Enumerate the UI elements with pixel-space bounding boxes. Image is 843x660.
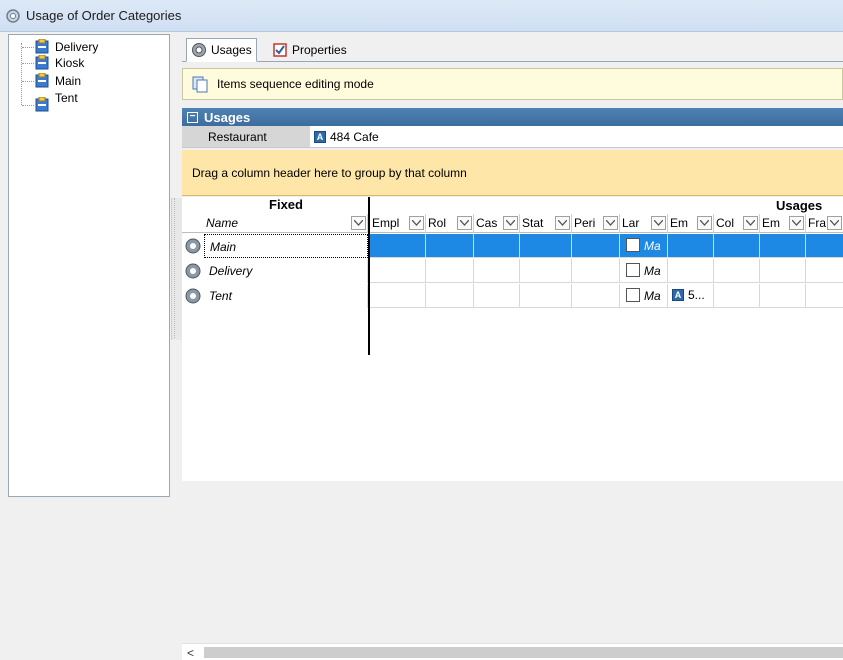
tab-usages[interactable]: Usages [186, 38, 257, 62]
sequence-mode-icon [192, 76, 208, 93]
restaurant-row: Restaurant A 484 Cafe [182, 126, 843, 148]
filter-dropdown-icon[interactable] [503, 216, 518, 230]
tree-item-label: Tent [55, 91, 78, 105]
tab-label: Usages [211, 43, 252, 57]
title-bar: Usage of Order Categories [0, 0, 843, 32]
tree-item-delivery[interactable]: Delivery [9, 39, 169, 55]
row-em-text: 5... [688, 288, 705, 302]
row-checkbox[interactable] [626, 288, 640, 302]
table-row[interactable]: Tent Ma A 5... [182, 284, 843, 308]
filter-dropdown-icon[interactable] [555, 216, 570, 230]
usages-grid[interactable]: Fixed Usages Name Empl Rol Cas Stat Peri… [182, 197, 843, 660]
filter-dropdown-icon[interactable] [743, 216, 758, 230]
row-indicator[interactable] [182, 259, 204, 283]
scrollbar-thumb[interactable] [174, 198, 180, 338]
info-text: Items sequence editing mode [217, 77, 374, 91]
section-title: Usages [204, 109, 251, 125]
gear-icon [185, 238, 201, 254]
row-checkbox[interactable] [626, 263, 640, 277]
gear-icon [192, 43, 206, 57]
row-name[interactable]: Main [204, 234, 368, 258]
tree-item-main[interactable]: Main [9, 73, 169, 89]
column-header[interactable]: Lar [620, 214, 668, 233]
filter-dropdown-icon[interactable] [409, 216, 424, 230]
column-header[interactable]: Empl [370, 214, 426, 233]
text-type-icon: A [314, 131, 326, 143]
tree-item-kiosk[interactable]: Kiosk [9, 55, 169, 71]
usages-section-header[interactable]: − Usages [182, 108, 843, 126]
band-usages-label: Usages [776, 198, 823, 213]
filter-dropdown-icon[interactable] [651, 216, 666, 230]
table-row[interactable]: Delivery Ma [182, 259, 843, 283]
column-header[interactable]: Fra [806, 214, 843, 233]
category-icon [35, 73, 49, 88]
column-header[interactable]: Cas [474, 214, 520, 233]
filter-dropdown-icon[interactable] [603, 216, 618, 230]
checklist-icon [273, 43, 287, 57]
row-name[interactable]: Delivery [204, 259, 368, 283]
row-ma-value: Ma [644, 289, 661, 303]
column-header[interactable]: Rol [426, 214, 474, 233]
tree-item-label: Main [55, 74, 82, 88]
tab-strip: Usages Properties [182, 34, 843, 62]
filter-dropdown-icon[interactable] [351, 216, 366, 230]
info-bar: Items sequence editing mode [182, 68, 843, 100]
row-indicator[interactable] [182, 234, 204, 258]
category-icon [35, 55, 49, 70]
column-header-label: Name [206, 216, 239, 230]
restaurant-label: Restaurant [182, 126, 310, 147]
filter-dropdown-icon[interactable] [827, 216, 842, 230]
filter-dropdown-icon[interactable] [789, 216, 804, 230]
tree-item-label: Delivery [55, 40, 99, 54]
column-header[interactable]: Em [668, 214, 714, 233]
category-icon [35, 97, 49, 112]
row-indicator[interactable] [182, 284, 204, 308]
row-em-value: A 5... [672, 288, 705, 302]
filter-dropdown-icon[interactable] [457, 216, 472, 230]
gear-icon [185, 263, 201, 279]
row-checkbox[interactable] [626, 238, 640, 252]
restaurant-name: 484 Cafe [330, 130, 379, 144]
tab-properties[interactable]: Properties [268, 38, 351, 62]
tab-label: Properties [292, 43, 347, 57]
column-header[interactable]: Em [760, 214, 806, 233]
column-header-row: Name Empl Rol Cas Stat Peri Lar Em Col E… [182, 214, 843, 233]
column-header[interactable]: Peri [572, 214, 620, 233]
category-tree[interactable]: Delivery Kiosk Main Tent [8, 34, 170, 497]
column-header-name[interactable]: Name [204, 214, 368, 233]
scrollbar-track[interactable] [204, 647, 843, 658]
gear-icon [185, 288, 201, 304]
tree-item-tent[interactable]: Tent [9, 91, 169, 113]
tree-item-label: Kiosk [55, 56, 85, 70]
collapse-icon[interactable]: − [187, 111, 198, 123]
row-name[interactable]: Tent [204, 284, 368, 308]
text-type-icon: A [672, 289, 684, 301]
vertical-scrollbar[interactable] [171, 198, 182, 340]
category-icon [35, 39, 49, 54]
band-fixed: Fixed [204, 197, 368, 214]
window-title: Usage of Order Categories [26, 8, 182, 23]
table-row[interactable]: Main Ma [182, 234, 843, 258]
gear-icon [6, 8, 20, 23]
group-by-panel[interactable]: Drag a column header here to group by th… [182, 150, 843, 196]
group-by-hint: Drag a column header here to group by th… [192, 166, 467, 180]
band-usages: Usages [372, 197, 843, 214]
row-ma-value: Ma [644, 264, 661, 278]
scroll-left-icon[interactable]: < [187, 646, 194, 660]
column-header[interactable]: Col [714, 214, 760, 233]
column-header[interactable]: Stat [520, 214, 572, 233]
detail-panel: Usages Properties Items sequence editing… [182, 34, 843, 660]
restaurant-value[interactable]: A 484 Cafe [314, 130, 379, 144]
filter-dropdown-icon[interactable] [697, 216, 712, 230]
fixed-column-divider [368, 197, 370, 355]
horizontal-scrollbar[interactable]: < [182, 643, 843, 660]
row-ma-value: Ma [644, 239, 661, 253]
